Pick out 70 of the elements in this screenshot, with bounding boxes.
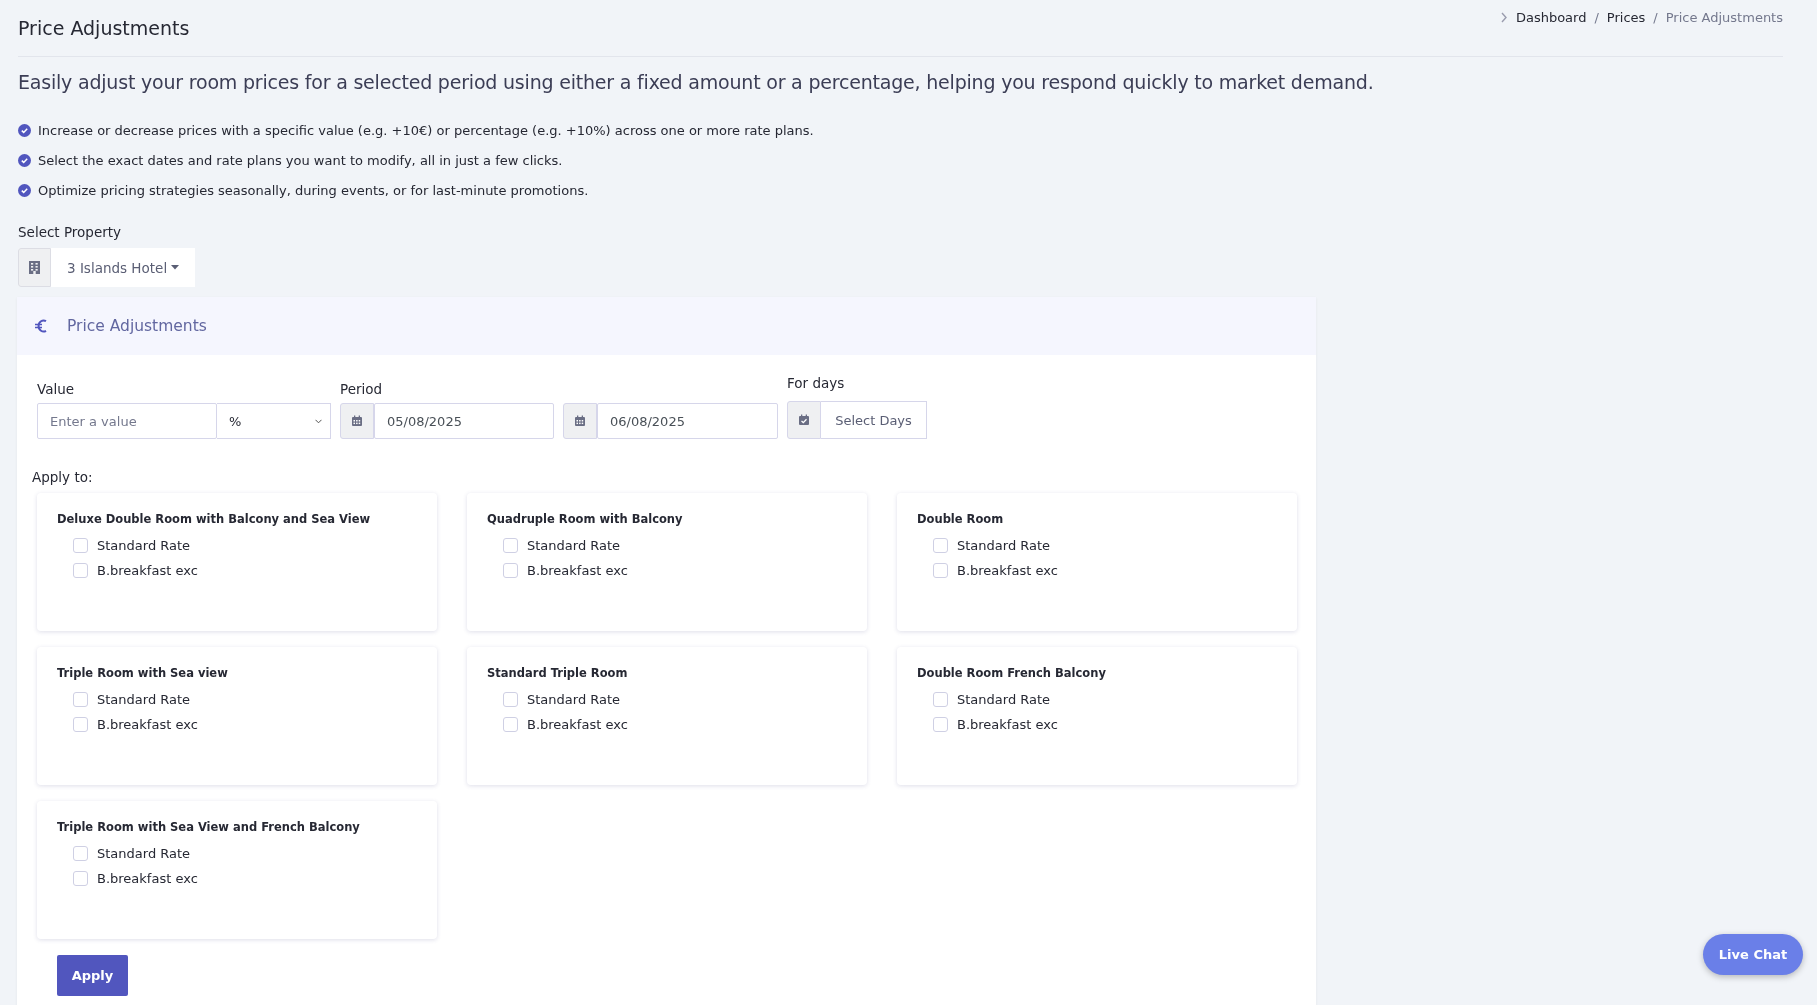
room-name: Double Room [917, 512, 1005, 526]
checkbox[interactable] [503, 692, 518, 707]
field-label: Value [37, 381, 76, 397]
rate-label: Standard Rate [957, 692, 1051, 707]
checkbox[interactable] [503, 538, 518, 553]
checkbox[interactable] [503, 563, 518, 578]
room-name: Triple Room with Sea view [57, 666, 229, 680]
euro-icon [35, 319, 47, 333]
field-label: For days [787, 375, 846, 391]
rate-label: Standard Rate [527, 538, 621, 553]
rate-label: Standard Rate [97, 538, 191, 553]
room-name: Standard Triple Room [487, 666, 629, 680]
calendar-icon [351, 415, 363, 427]
breadcrumb-separator: / [1653, 9, 1658, 25]
apply-button[interactable]: Apply [57, 955, 128, 996]
checkbox[interactable] [933, 563, 948, 578]
building-icon [29, 261, 40, 274]
rate-label: B.breakfast exc [527, 563, 628, 578]
panel-title: Price Adjustments [67, 317, 207, 335]
rate-label: Standard Rate [527, 692, 621, 707]
checkbox[interactable] [933, 692, 948, 707]
page-title: Price Adjustments [18, 17, 190, 39]
unit-select[interactable]: % [217, 403, 331, 439]
room-name: Deluxe Double Room with Balcony and Sea View [57, 512, 372, 526]
room-name: Double Room French Balcony [917, 666, 1107, 680]
check-circle-icon [18, 154, 31, 167]
calendar-check-icon [798, 414, 810, 426]
section-label: Apply to: [32, 469, 94, 485]
chevron-down-icon [315, 418, 322, 424]
checkbox[interactable] [73, 871, 88, 886]
checkbox[interactable] [73, 717, 88, 732]
date-input[interactable]: 05/08/2025 [374, 403, 554, 439]
checkbox[interactable] [73, 846, 88, 861]
checkbox[interactable] [73, 538, 88, 553]
feature-text: Select the exact dates and rate plans you want to modify, all in just a few clicks. [38, 153, 563, 168]
field-label: Period [340, 381, 384, 397]
breadcrumb-link[interactable]: Prices [1606, 9, 1646, 25]
room-name: Quadruple Room with Balcony [487, 512, 684, 526]
rate-label: Standard Rate [97, 846, 191, 861]
feature-text: Increase or decrease prices with a specific value (e.g. +10€) or percentage (e.g. +10%) across one or more rate plans. [38, 123, 814, 138]
rate-label: B.breakfast exc [97, 563, 198, 578]
checkbox[interactable] [933, 538, 948, 553]
property-select[interactable]: 3 Islands Hotel [18, 248, 196, 287]
rate-label: Standard Rate [957, 538, 1051, 553]
rate-label: B.breakfast exc [957, 717, 1058, 732]
rate-label: B.breakfast exc [527, 717, 628, 732]
checkbox[interactable] [73, 692, 88, 707]
calendar-icon [574, 415, 586, 427]
value-input[interactable]: Enter a value [37, 403, 217, 439]
room-name: Triple Room with Sea View and French Balcony [57, 820, 361, 834]
breadcrumb-link[interactable]: Dashboard [1515, 9, 1587, 25]
live-chat-button[interactable]: Live Chat [1703, 934, 1803, 975]
feature-text: Optimize pricing strategies seasonally, during events, or for last-minute promotions. [38, 183, 589, 198]
chevron-right-icon [1499, 11, 1508, 23]
date-input[interactable]: 06/08/2025 [597, 403, 778, 439]
check-circle-icon [18, 124, 31, 137]
rate-label: B.breakfast exc [97, 871, 198, 886]
rate-label: B.breakfast exc [97, 717, 198, 732]
select-days-button[interactable]: Select Days [821, 401, 927, 439]
current-page-crumb: Price Adjustments [1665, 9, 1783, 25]
caret-icon [171, 265, 180, 270]
rate-label: Standard Rate [97, 692, 191, 707]
checkbox[interactable] [933, 717, 948, 732]
rate-label: B.breakfast exc [957, 563, 1058, 578]
breadcrumb-separator: / [1594, 9, 1599, 25]
intro-text: Easily adjust your room prices for a selected period using either a fixed amount or a percentage, helping you respond quickly to market demand. [18, 71, 1375, 93]
field-label: Select Property [18, 224, 123, 240]
checkbox[interactable] [503, 717, 518, 732]
checkbox[interactable] [73, 563, 88, 578]
check-circle-icon [18, 184, 31, 197]
